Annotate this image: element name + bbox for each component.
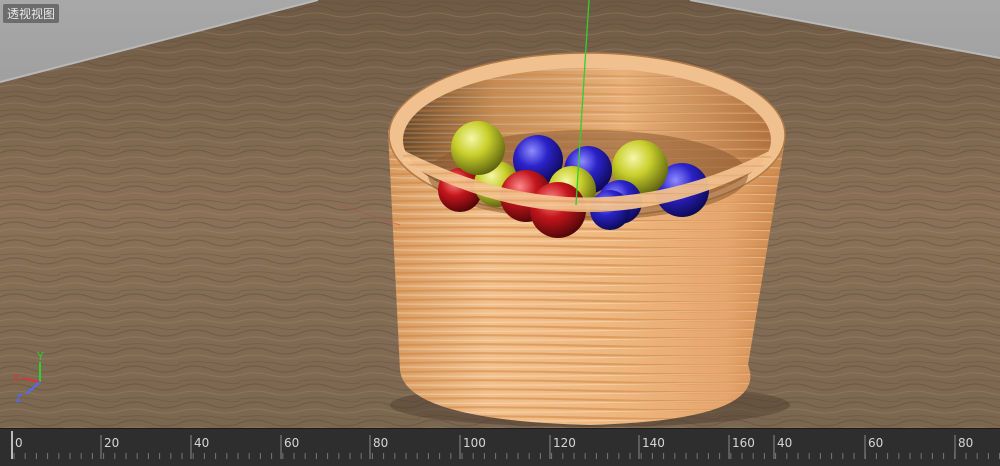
timeline-frame-label: 60 — [284, 436, 299, 450]
timeline-frame-label: 160 — [732, 436, 755, 450]
gizmo-z-label: Z — [15, 392, 23, 405]
timeline-ruler[interactable]: 0 20 40 60 80 100 120 140 160 40 60 80 — [0, 429, 1000, 466]
wooden-bucket[interactable] — [388, 52, 786, 425]
timeline-frame-label: 40 — [194, 436, 209, 450]
timeline-frame-label: 40 — [777, 436, 792, 450]
timeline[interactable]: 0 20 40 60 80 100 120 140 160 40 60 80 — [0, 428, 1000, 466]
timeline-frame-label: 120 — [553, 436, 576, 450]
sphere-yellow[interactable] — [451, 121, 505, 175]
view-label[interactable]: 透视视图 — [3, 4, 60, 23]
gizmo-y-label: Y — [36, 350, 44, 363]
gizmo-x-label: X — [12, 372, 20, 385]
timeline-frame-label: 20 — [104, 436, 119, 450]
3d-scene[interactable]: Y X Z — [0, 0, 1000, 428]
timeline-frame-label: 80 — [958, 436, 973, 450]
timeline-frame-label: 0 — [15, 436, 23, 450]
timeline-frame-label: 140 — [642, 436, 665, 450]
timeline-frame-label: 80 — [373, 436, 388, 450]
perspective-viewport[interactable]: Y X Z 透视视图 — [0, 0, 1000, 428]
timeline-frame-label: 60 — [868, 436, 883, 450]
timeline-frame-label: 100 — [463, 436, 486, 450]
